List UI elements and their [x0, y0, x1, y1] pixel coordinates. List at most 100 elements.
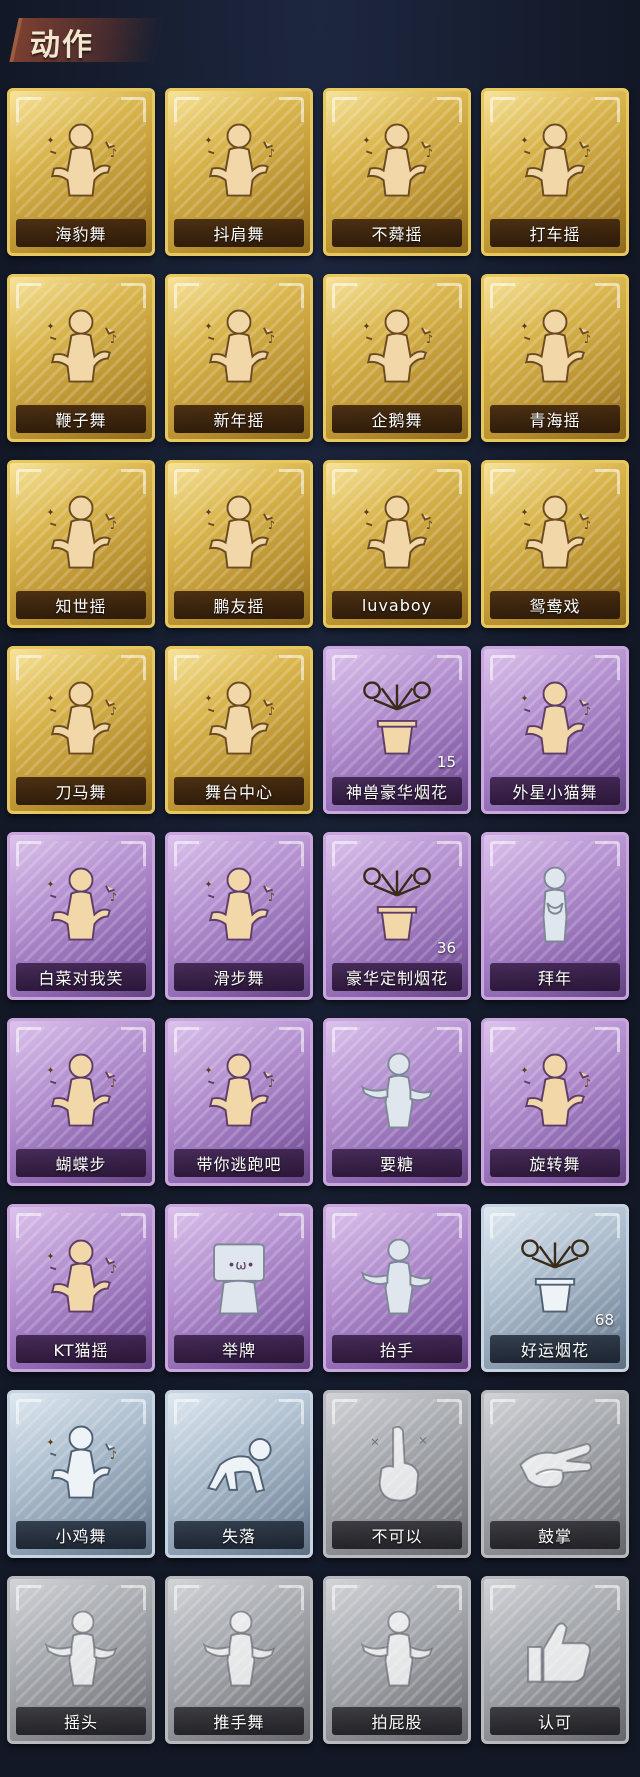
emote-card[interactable]: ♪ ✦ 抖肩舞: [165, 88, 313, 256]
emote-card[interactable]: ♪ ✦ 企鹅舞: [323, 274, 471, 442]
emote-card[interactable]: 36 豪华定制烟花: [323, 832, 471, 1000]
svg-text:×: ×: [370, 1435, 380, 1449]
emote-card[interactable]: 拜年: [481, 832, 629, 1000]
emote-card[interactable]: 失落: [165, 1390, 313, 1558]
svg-text:✦: ✦: [46, 136, 54, 147]
dance-figure-icon: ♪ ✦: [10, 1035, 152, 1147]
emote-card[interactable]: ♪ ✦ 鸳鸯戏: [481, 460, 629, 628]
svg-text:♪: ♪: [268, 518, 275, 532]
dance-figure-icon: ♪ ✦: [10, 477, 152, 589]
svg-text:♪: ♪: [268, 704, 275, 718]
emote-card[interactable]: ♪ ✦ 滑步舞: [165, 832, 313, 1000]
emote-label-bar: 小鸡舞: [16, 1521, 146, 1549]
emote-card[interactable]: ♪ ✦ KT猫摇: [7, 1204, 155, 1372]
ghost-figure-icon: [10, 1593, 152, 1705]
dance-figure-icon: ♪ ✦: [484, 291, 626, 403]
emote-label-bar: 拍屁股: [332, 1707, 462, 1735]
emote-card[interactable]: ♪ ✦ 外星小猫舞: [481, 646, 629, 814]
ghost-figure-icon: [168, 1593, 310, 1705]
emote-card[interactable]: ♪ ✦ 小鸡舞: [7, 1390, 155, 1558]
emote-card[interactable]: ♪ ✦ 新年摇: [165, 274, 313, 442]
finger-icon: × ×: [326, 1407, 468, 1519]
ghost-figure-icon: [326, 1593, 468, 1705]
emote-label-bar: 鸳鸯戏: [490, 591, 620, 619]
emote-label-bar: 蝴蝶步: [16, 1149, 146, 1177]
emote-label-bar: 新年摇: [174, 405, 304, 433]
emote-card[interactable]: ♪ ✦ 蝴蝶步: [7, 1018, 155, 1186]
emote-card[interactable]: 鼓掌: [481, 1390, 629, 1558]
emote-card[interactable]: 拍屁股: [323, 1576, 471, 1744]
svg-text:♪: ♪: [426, 518, 433, 532]
emote-label: 鞭子舞: [55, 411, 107, 430]
emote-card[interactable]: ♪ ✦ 打车摇: [481, 88, 629, 256]
emote-card[interactable]: 68 好运烟花: [481, 1204, 629, 1372]
dance-figure-icon: ♪ ✦: [168, 849, 310, 961]
svg-text:✦: ✦: [520, 136, 528, 147]
svg-text:♪: ♪: [584, 146, 591, 160]
emote-card[interactable]: 要糖: [323, 1018, 471, 1186]
emote-label-bar: 抬手: [332, 1335, 462, 1363]
emote-card[interactable]: 抬手: [323, 1204, 471, 1372]
emote-label-bar: 举牌: [174, 1335, 304, 1363]
emote-card[interactable]: ♪ ✦ 鞭子舞: [7, 274, 155, 442]
emote-card[interactable]: 摇头: [7, 1576, 155, 1744]
svg-text:✦: ✦: [204, 508, 212, 519]
emote-label-bar: 失落: [174, 1521, 304, 1549]
emote-card[interactable]: 认可: [481, 1576, 629, 1744]
emote-label: 抬手: [379, 1341, 414, 1360]
dance-figure-icon: ♪ ✦: [168, 105, 310, 217]
emote-card[interactable]: ♪ ✦ 海豹舞: [7, 88, 155, 256]
svg-text:✦: ✦: [204, 1066, 212, 1077]
emote-grid: ♪ ✦ 海豹舞 ♪ ✦ 抖肩舞 ♪ ✦ 不蕣摇 ♪ ✦ 打车摇 ♪ ✦ 鞭子舞 ♪ ✦ 新年摇 ♪ ✦ 企鹅舞 ♪ ✦ 青海摇…: [7, 88, 633, 1744]
emote-card[interactable]: •ω• 举牌: [165, 1204, 313, 1372]
emote-label-bar: 要糖: [332, 1149, 462, 1177]
emote-label: 不可以: [371, 1527, 423, 1546]
emote-label-bar: 鼓掌: [490, 1521, 620, 1549]
dance-figure-icon: ♪ ✦: [168, 291, 310, 403]
emote-label-bar: 神兽豪华烟花: [332, 777, 462, 805]
svg-text:✦: ✦: [362, 508, 370, 519]
emote-label-bar: 知世摇: [16, 591, 146, 619]
emote-label: 带你逃跑吧: [196, 1155, 282, 1174]
emote-label: 新年摇: [213, 411, 265, 430]
svg-text:✦: ✦: [520, 694, 528, 705]
emote-card[interactable]: ♪ ✦ 带你逃跑吧: [165, 1018, 313, 1186]
dance-figure-icon: ♪ ✦: [168, 1035, 310, 1147]
emote-label: 蝴蝶步: [55, 1155, 107, 1174]
emote-label-bar: 不蕣摇: [332, 219, 462, 247]
svg-text:♪: ♪: [584, 704, 591, 718]
emote-card[interactable]: ♪ ✦ 舞台中心: [165, 646, 313, 814]
emote-card[interactable]: 15 神兽豪华烟花: [323, 646, 471, 814]
emote-card[interactable]: ♪ ✦ 青海摇: [481, 274, 629, 442]
emote-card[interactable]: 推手舞: [165, 1576, 313, 1744]
dance-figure-icon: ♪ ✦: [484, 1035, 626, 1147]
emote-label-bar: 滑步舞: [174, 963, 304, 991]
item-count: 15: [436, 753, 456, 771]
svg-text:♪: ♪: [110, 1076, 117, 1090]
emote-label: 推手舞: [213, 1713, 265, 1732]
svg-text:♪: ♪: [584, 332, 591, 346]
svg-text:✦: ✦: [362, 136, 370, 147]
emote-card[interactable]: ♪ ✦ 不蕣摇: [323, 88, 471, 256]
emote-label: 知世摇: [55, 597, 107, 616]
svg-text:♪: ♪: [268, 146, 275, 160]
emote-card[interactable]: ♪ ✦ luvaboy: [323, 460, 471, 628]
emote-card[interactable]: ♪ ✦ 白菜对我笑: [7, 832, 155, 1000]
svg-text:✦: ✦: [46, 322, 54, 333]
emote-label: 打车摇: [529, 225, 581, 244]
svg-text:×: ×: [418, 1433, 428, 1447]
svg-text:✦: ✦: [520, 1066, 528, 1077]
svg-text:✦: ✦: [46, 1438, 54, 1449]
svg-text:♪: ♪: [426, 146, 433, 160]
svg-text:✦: ✦: [204, 880, 212, 891]
emote-label: 刀马舞: [55, 783, 107, 802]
svg-text:•ω•: •ω•: [227, 1258, 254, 1273]
emote-card[interactable]: ♪ ✦ 旋转舞: [481, 1018, 629, 1186]
emote-label: 摇头: [63, 1713, 98, 1732]
emote-card[interactable]: ♪ ✦ 鹏友摇: [165, 460, 313, 628]
ghost-figure-icon: [326, 1035, 468, 1147]
emote-card[interactable]: × × 不可以: [323, 1390, 471, 1558]
emote-card[interactable]: ♪ ✦ 知世摇: [7, 460, 155, 628]
emote-label-bar: 好运烟花: [490, 1335, 620, 1363]
emote-card[interactable]: ♪ ✦ 刀马舞: [7, 646, 155, 814]
